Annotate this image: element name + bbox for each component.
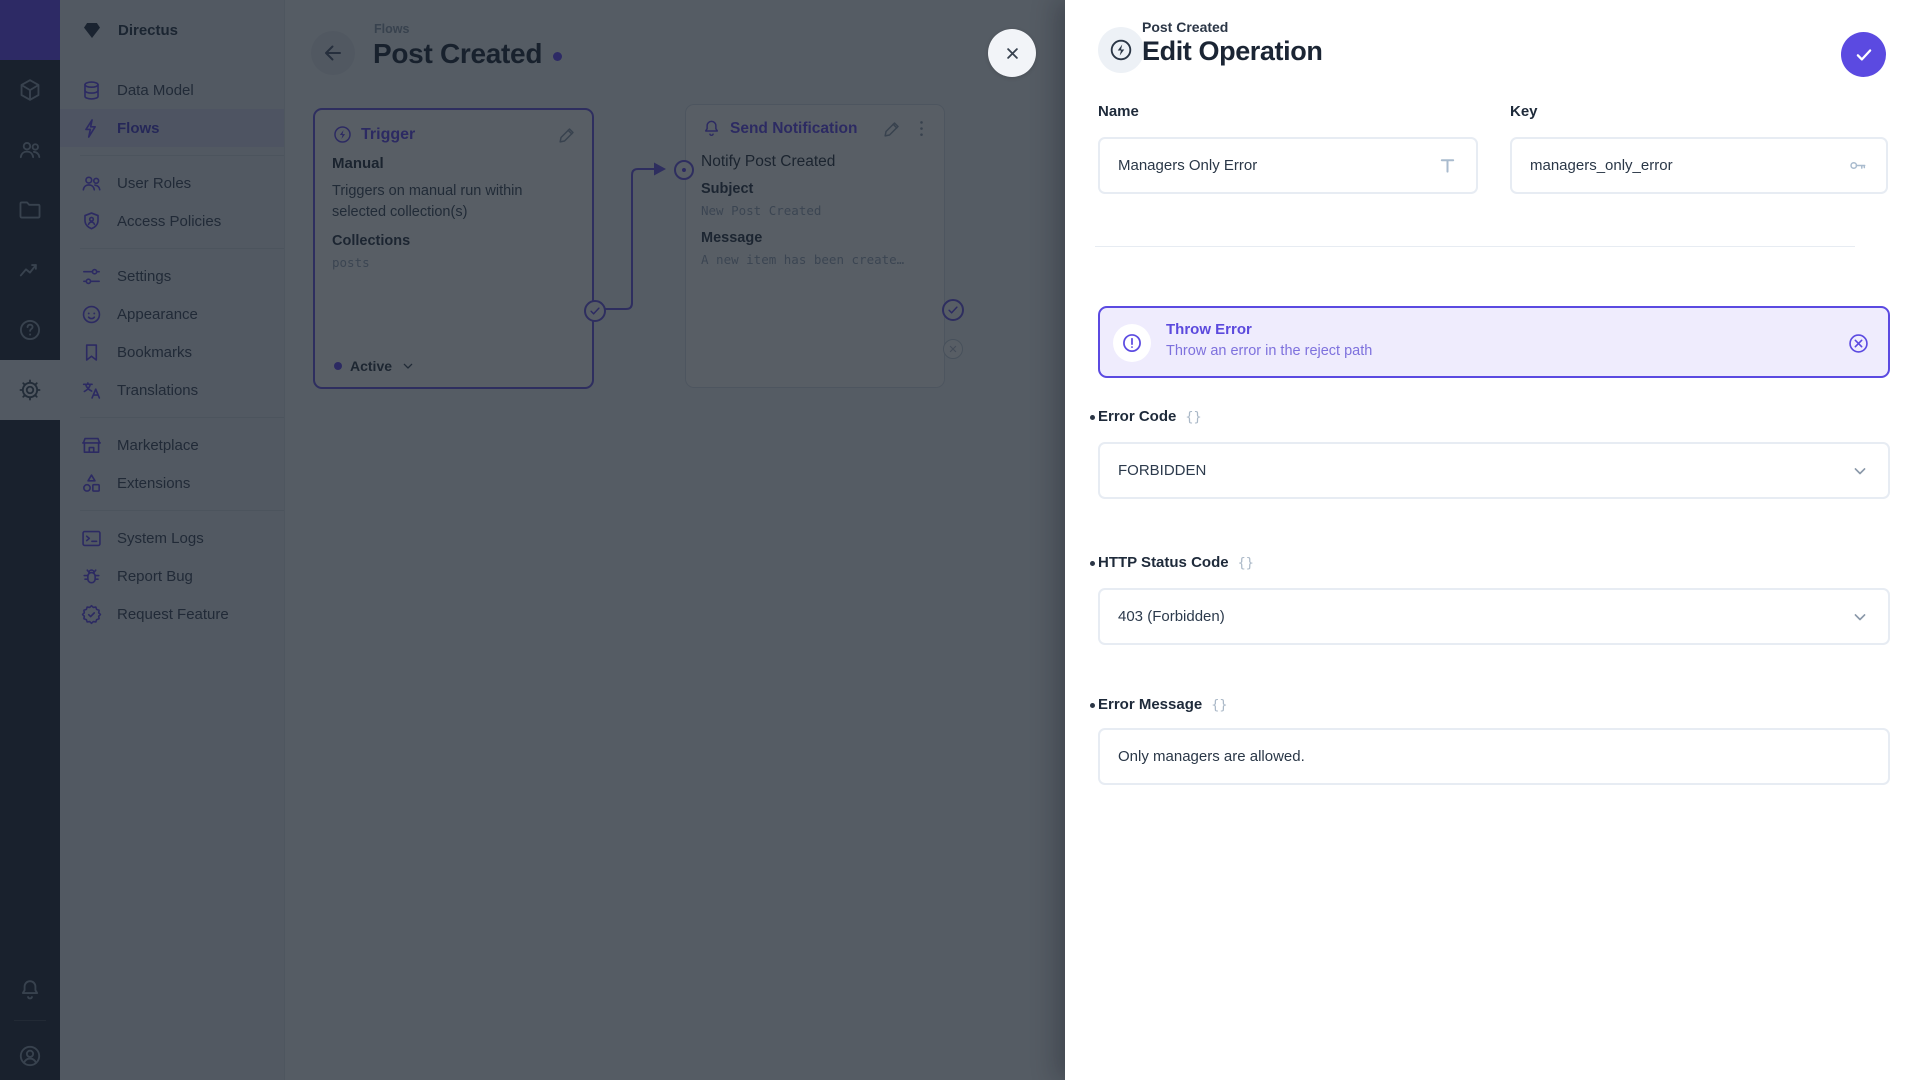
error-code-select[interactable]: FORBIDDEN [1098,442,1890,499]
close-icon [1002,43,1023,64]
form-divider [1095,246,1855,247]
drawer-overlay[interactable] [0,0,1065,1080]
chevron-down-icon [1850,607,1870,627]
operation-type-title: Throw Error [1166,321,1252,338]
title-format-icon[interactable] [1437,155,1458,176]
error-message-input[interactable] [1118,748,1870,765]
check-icon [1853,44,1875,66]
key-label: Key [1510,103,1538,120]
drawer-close-button[interactable] [988,29,1036,77]
drawer-title: Edit Operation [1142,36,1322,67]
raw-value-toggle-icon[interactable]: {} [1238,555,1254,571]
operation-type-icon [1098,27,1144,73]
operation-type-description: Throw an error in the reject path [1166,343,1372,359]
key-field [1510,137,1888,194]
key-input[interactable] [1530,157,1847,174]
warning-bubble [1113,324,1151,362]
required-dot [1090,703,1095,708]
http-status-label: HTTP Status Code {} [1098,554,1254,571]
raw-value-toggle-icon[interactable]: {} [1211,697,1227,713]
drawer-context-title: Post Created [1142,19,1228,35]
name-label: Name [1098,103,1139,120]
error-code-value: FORBIDDEN [1118,462,1850,479]
exclamation-circle-icon [1121,332,1143,354]
edit-operation-drawer: Post Created Edit Operation Name Key Thr… [1065,0,1920,1080]
required-dot [1090,561,1095,566]
bolt-circle-icon [1108,37,1134,63]
http-status-value: 403 (Forbidden) [1118,608,1850,625]
error-code-label: Error Code {} [1098,408,1202,425]
error-message-field [1098,728,1890,785]
required-dot [1090,415,1095,420]
deselect-operation-icon[interactable] [1847,332,1870,355]
raw-value-toggle-icon[interactable]: {} [1185,409,1201,425]
chevron-down-icon [1850,461,1870,481]
http-status-select[interactable]: 403 (Forbidden) [1098,588,1890,645]
key-icon [1847,155,1868,176]
name-field [1098,137,1478,194]
save-button[interactable] [1841,32,1886,77]
error-message-label: Error Message {} [1098,696,1227,713]
name-input[interactable] [1118,157,1437,174]
operation-type-tile[interactable]: Throw Error Throw an error in the reject… [1098,306,1890,378]
